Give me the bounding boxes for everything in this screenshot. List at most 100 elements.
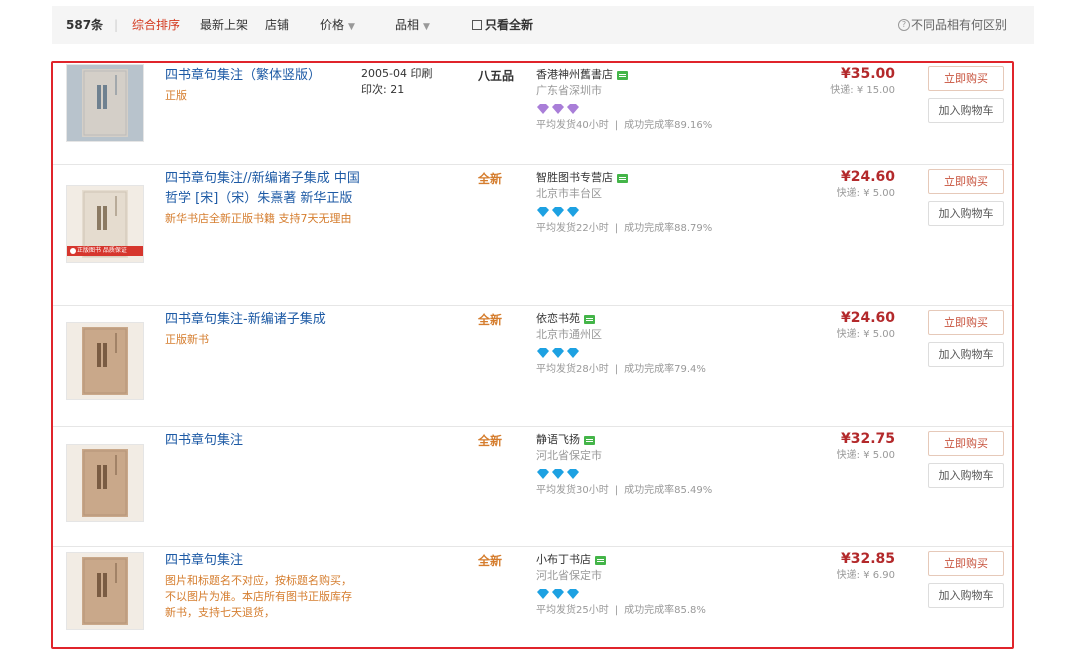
results-list: 四书章句集注（繁体竖版） 正版 2005-04 印刷 印次: 21 八五品 香港神州舊書店… [51,61,1014,649]
condition-label: 全新 [478,172,503,186]
book-cover-thumbnail[interactable] [66,64,144,142]
chat-icon[interactable] [617,173,628,183]
seller-rating-diamonds [536,206,796,218]
seller-rating-diamonds [536,468,796,480]
book-title-link[interactable]: 四书章句集注//新编诸子集成 中国哲学 [宋]（宋）朱熹著 新华正版 [165,169,361,209]
seller-stats: 平均发货25小时 | 成功完成率85.8% [536,604,796,618]
book-title-link[interactable]: 四书章句集注-新编诸子集成 [165,310,361,330]
sort-newest[interactable]: 最新上架 [200,18,248,32]
help-circle-icon: ? [898,19,910,31]
price-column: ¥32.85 快递: ¥ 6.90 [753,551,895,584]
buy-now-button[interactable]: 立即购买 [928,66,1004,91]
book-title-link[interactable]: 四书章句集注（繁体竖版） [165,66,361,86]
book-title-link[interactable]: 四书章句集注 [165,551,361,571]
add-to-cart-button[interactable]: 加入购物车 [928,201,1004,226]
add-to-cart-button[interactable]: 加入购物车 [928,583,1004,608]
add-to-cart-button[interactable]: 加入购物车 [928,342,1004,367]
stats-divider: | [614,605,619,616]
title-column: 四书章句集注-新编诸子集成正版新书 [165,310,361,348]
seller-stats: 平均发货28小时 | 成功完成率79.4% [536,363,796,377]
completion-rate: 成功完成率85.8% [624,605,706,616]
cover-banner-text: 正版图书 品质保证 [77,247,127,254]
only-new-checkbox[interactable] [472,20,482,30]
sort-condition[interactable]: 品相 ▼ [395,18,430,34]
shipping-fee: 快递: ¥ 5.00 [836,188,895,199]
buy-now-button[interactable]: 立即购买 [928,551,1004,576]
stats-divider: | [614,485,619,496]
sort-divider: | [114,18,119,32]
seller-stats: 平均发货22小时 | 成功完成率88.79% [536,222,796,236]
result-count: 587条 [66,18,104,32]
chat-icon[interactable] [584,314,595,324]
book-description: 正版 [165,89,187,102]
buy-now-button[interactable]: 立即购买 [928,431,1004,456]
diamond-icon [537,207,579,217]
avg-shipping-time: 平均发货40小时 [536,120,609,131]
sort-bar: 587条 | 综合排序 最新上架 店铺 价格 ▼ 品相 ▼ 只看全新 ? 不同品相有何… [52,6,1034,44]
shop-name-text[interactable]: 智胜图书专营店 [536,170,613,186]
book-title-link[interactable]: 四书章句集注 [165,431,361,451]
shop-name-text[interactable]: 小布丁书店 [536,552,591,568]
seller-stats: 平均发货40小时 | 成功完成率89.16% [536,119,796,133]
book-cover-thumbnail[interactable] [66,322,144,400]
item-price: ¥32.85 [840,551,895,567]
price-column: ¥24.60 快递: ¥ 5.00 [753,169,895,202]
shop-name-text[interactable]: 依恋书苑 [536,311,580,327]
shipping-fee: 快递: ¥ 15.00 [830,85,895,96]
chat-icon[interactable] [595,555,606,565]
title-column: 四书章句集注图片和标题名不对应，按标题名购买，不以图片为准。本店所有图书正版库存… [165,551,361,621]
add-to-cart-button[interactable]: 加入购物车 [928,463,1004,488]
buy-now-button[interactable]: 立即购买 [928,169,1004,194]
result-row: 四书章句集注 全新 静语飞扬 河北省保定市 平均发货30小时 | 成功完成率85.49% ¥3… [53,426,1012,547]
condition-help-link[interactable]: ? 不同品相有何区别 [898,18,1007,32]
completion-rate: 成功完成率88.79% [624,223,713,234]
price-column: ¥35.00 快递: ¥ 15.00 [753,66,895,99]
tan-book-icon [67,445,143,521]
only-new-label: 只看全新 [485,18,534,32]
book-cover-thumbnail[interactable]: 正版图书 品质保证 [66,185,144,263]
buy-now-button[interactable]: 立即购买 [928,310,1004,335]
only-new-filter[interactable]: 只看全新 [472,18,533,32]
result-row: 四书章句集注图片和标题名不对应，按标题名购买，不以图片为准。本店所有图书正版库存… [53,546,1012,647]
sort-price-label: 价格 [320,18,345,32]
condition-label: 全新 [478,313,503,327]
result-row: 四书章句集注-新编诸子集成 正版新书 全新 依恋书苑 北京市通州区 平均发货28小时 | 成功… [53,305,1012,427]
diamond-icon [537,469,579,479]
sort-default[interactable]: 综合排序 [132,18,180,32]
title-column: 四书章句集注//新编诸子集成 中国哲学 [宋]（宋）朱熹著 新华正版新华书店全新… [165,169,361,227]
price-column: ¥24.60 快递: ¥ 5.00 [753,310,895,343]
item-price: ¥35.00 [840,66,895,82]
item-price: ¥24.60 [840,310,895,326]
condition-help-label: 不同品相有何区别 [911,18,1008,32]
sort-condition-label: 品相 [395,18,420,32]
chat-icon[interactable] [617,70,628,80]
completion-rate: 成功完成率85.49% [624,485,713,496]
diamond-icon [537,348,579,358]
shop-name-text[interactable]: 静语飞扬 [536,432,580,448]
completion-rate: 成功完成率89.16% [624,120,713,131]
chat-icon[interactable] [584,435,595,445]
diamond-icon [537,589,579,599]
result-row: 四书章句集注（繁体竖版） 正版 2005-04 印刷 印次: 21 八五品 香港神州舊書店… [53,63,1012,165]
book-cover-thumbnail[interactable] [66,552,144,630]
item-price: ¥32.75 [840,431,895,447]
book-description: 图片和标题名不对应，按标题名购买，不以图片为准。本店所有图书正版库存新书，支持七… [165,574,352,619]
shipping-fee: 快递: ¥ 5.00 [836,450,895,461]
sort-shop[interactable]: 店铺 [265,18,289,32]
book-description: 正版新书 [165,333,209,346]
avg-shipping-time: 平均发货28小时 [536,364,609,375]
shipping-fee: 快递: ¥ 6.90 [836,570,895,581]
caret-down-icon: ▼ [348,22,355,32]
add-to-cart-button[interactable]: 加入购物车 [928,98,1004,123]
avg-shipping-time: 平均发货30小时 [536,485,609,496]
book-cover-thumbnail[interactable] [66,444,144,522]
print-count: 印次: 21 [361,83,405,96]
print-date: 2005-04 印刷 [361,67,433,80]
book-description: 新华书店全新正版书籍 支持7天无理由 [165,212,352,225]
shop-name-text[interactable]: 香港神州舊書店 [536,67,613,83]
stats-divider: | [614,120,619,131]
sort-price[interactable]: 价格 ▼ [320,18,355,34]
stats-divider: | [614,223,619,234]
result-row: 正版图书 品质保证 四书章句集注//新编诸子集成 中国哲学 [宋]（宋）朱熹著 新… [53,164,1012,306]
completion-rate: 成功完成率79.4% [624,364,706,375]
